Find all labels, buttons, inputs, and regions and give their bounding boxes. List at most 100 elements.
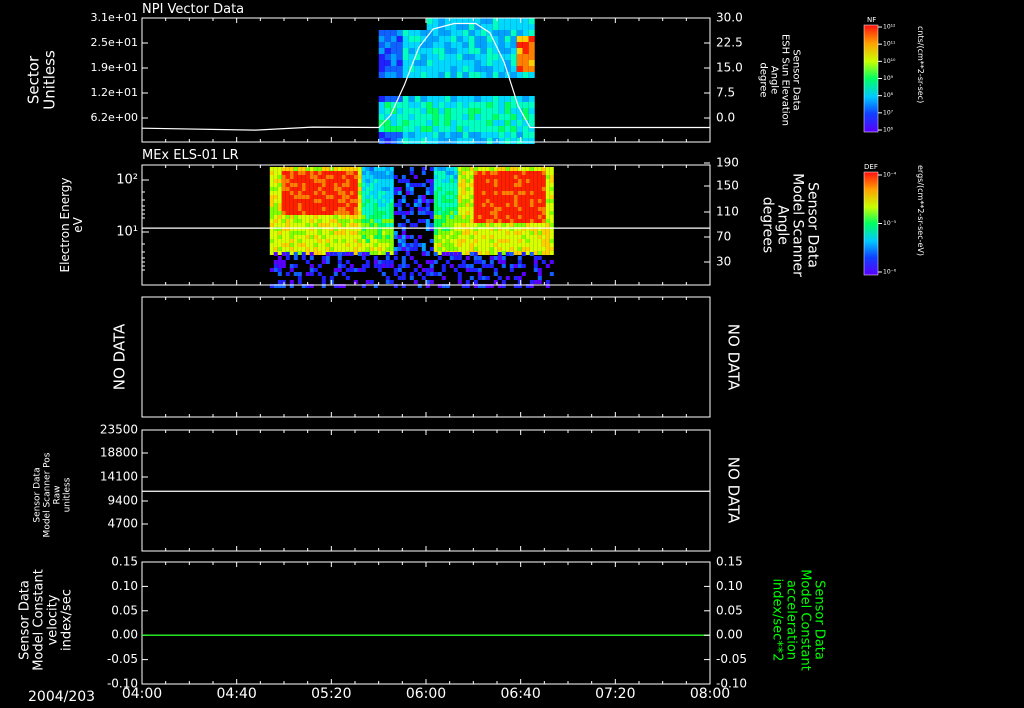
- els-heatmap-cell: [509, 243, 514, 247]
- els-heatmap-cell: [285, 223, 290, 227]
- els-heatmap-cell: [373, 219, 378, 223]
- els-heatmap-cell: [417, 199, 422, 203]
- npi-heatmap-cell: [498, 24, 505, 30]
- els-heatmap-cell: [489, 223, 494, 227]
- els-heatmap-cell: [365, 215, 370, 219]
- colorbar-tick-label: 10⁸: [883, 92, 894, 99]
- els-heatmap-cell: [517, 183, 522, 187]
- els-heatmap-cell: [409, 223, 414, 227]
- els-noise-cell: [377, 268, 382, 272]
- els-heatmap-cell: [365, 223, 370, 227]
- els-heatmap-cell: [405, 203, 410, 207]
- npi-heatmap-cell: [414, 60, 421, 66]
- els-heatmap-cell: [521, 239, 526, 243]
- els-heatmap-cell: [525, 179, 530, 183]
- npi-heatmap-cell: [462, 126, 469, 132]
- els-heatmap-cell: [433, 203, 438, 207]
- els-noise-cell: [497, 256, 502, 260]
- els-heatmap-cell: [305, 231, 310, 235]
- els-heatmap-cell: [293, 179, 298, 183]
- npi-heatmap-cell: [498, 102, 505, 108]
- npi-heatmap-cell: [510, 24, 517, 30]
- els-heatmap-cell: [297, 191, 302, 195]
- els-noise-cell: [465, 268, 470, 272]
- npi-heatmap-cell: [402, 102, 409, 108]
- npi-heatmap-cell: [432, 120, 439, 126]
- npi-heatmap-cell: [528, 114, 535, 120]
- els-heatmap-cell: [269, 231, 274, 235]
- els-noise-cell: [449, 256, 454, 260]
- els-heatmap-cell: [541, 171, 546, 175]
- els-heatmap-cell: [405, 179, 410, 183]
- els-heatmap-cell: [333, 187, 338, 191]
- els-heatmap-cell: [377, 219, 382, 223]
- els-heatmap-cell: [273, 191, 278, 195]
- els-heatmap-cell: [485, 239, 490, 243]
- els-noise-cell: [345, 260, 350, 264]
- plot-canvas: NPI Vector Data 3.1e+012.5e+011.9e+011.2…: [18, 2, 926, 705]
- els-heatmap-cell: [361, 199, 366, 203]
- els-heatmap-cell: [457, 203, 462, 207]
- els-heatmap-cell: [305, 247, 310, 251]
- els-heatmap-cell: [289, 211, 294, 215]
- els-heatmap-cell: [525, 239, 530, 243]
- els-heatmap-cell: [517, 199, 522, 203]
- els-heatmap-cell: [393, 247, 398, 251]
- els-heatmap-cell: [457, 199, 462, 203]
- els-heatmap-cell: [361, 219, 366, 223]
- els-heatmap-cell: [365, 187, 370, 191]
- els-heatmap-cell: [289, 223, 294, 227]
- els-heatmap-cell: [545, 239, 550, 243]
- els-heatmap-cell: [485, 203, 490, 207]
- els-heatmap-cell: [301, 215, 306, 219]
- els-heatmap-cell: [353, 243, 358, 247]
- els-heatmap-cell: [445, 191, 450, 195]
- els-noise-cell: [397, 276, 402, 280]
- els-heatmap-cell: [329, 211, 334, 215]
- els-noise-cell: [441, 268, 446, 272]
- els-heatmap-cell: [433, 219, 438, 223]
- els-noise-cell: [397, 264, 402, 268]
- els-heatmap-cell: [437, 211, 442, 215]
- els-heatmap-cell: [293, 171, 298, 175]
- els-heatmap-cell: [273, 247, 278, 251]
- els-heatmap-cell: [293, 203, 298, 207]
- els-noise-cell: [341, 272, 346, 276]
- els-heatmap-cell: [345, 199, 350, 203]
- els-noise-cell: [385, 256, 390, 260]
- npi-heatmap-cell: [432, 96, 439, 102]
- npi-heatmap-cell: [516, 18, 523, 24]
- els-heatmap-cell: [325, 195, 330, 199]
- els-heatmap-cell: [453, 167, 458, 171]
- els-heatmap-cell: [373, 251, 378, 255]
- els-heatmap-cell: [533, 211, 538, 215]
- axis-label-line: NO DATA: [111, 323, 129, 390]
- els-heatmap-cell: [529, 239, 534, 243]
- els-heatmap-cell: [409, 187, 414, 191]
- els-heatmap-cell: [525, 183, 530, 187]
- els-heatmap-cell: [481, 243, 486, 247]
- els-heatmap-cell: [465, 199, 470, 203]
- els-heatmap-cell: [501, 171, 506, 175]
- els-heatmap-cell: [277, 235, 282, 239]
- els-heatmap-cell: [273, 183, 278, 187]
- npi-heatmap-cell: [474, 54, 481, 60]
- els-noise-cell: [301, 256, 306, 260]
- els-heatmap-cell: [545, 247, 550, 251]
- els-heatmap-cell: [273, 167, 278, 171]
- els-heatmap-cell: [385, 179, 390, 183]
- els-noise-cell: [517, 276, 522, 280]
- npi-heatmap-cell: [522, 66, 529, 72]
- els-heatmap-cell: [309, 239, 314, 243]
- els-heatmap-cell: [305, 215, 310, 219]
- els-heatmap-cell: [465, 183, 470, 187]
- els-heatmap-cell: [537, 231, 542, 235]
- els-heatmap-cell: [369, 211, 374, 215]
- els-noise-cell: [537, 256, 542, 260]
- els-heatmap-cell: [469, 199, 474, 203]
- els-heatmap-cell: [281, 231, 286, 235]
- els-heatmap-cell: [409, 207, 414, 211]
- npi-heatmap-cell: [444, 126, 451, 132]
- els-noise-cell: [309, 272, 314, 276]
- els-heatmap-cell: [425, 223, 430, 227]
